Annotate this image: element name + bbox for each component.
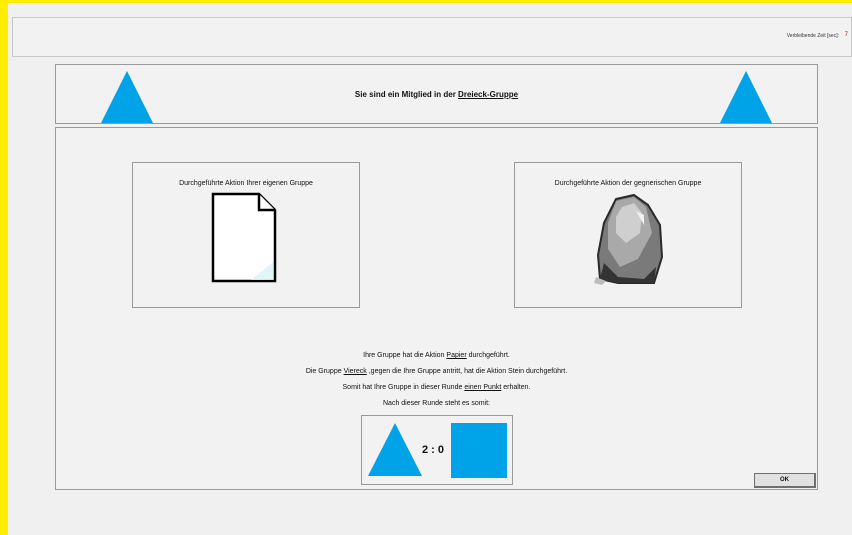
own-action-box: Durchgeführte Aktion Ihrer eigenen Grupp… <box>132 162 360 308</box>
result-panel: Durchgeführte Aktion Ihrer eigenen Grupp… <box>55 127 818 490</box>
triangle-icon <box>368 423 422 476</box>
points-earned: einen Punkt <box>464 384 502 391</box>
result-line-2: Die Gruppe Viereck ,gegen die Ihre Grupp… <box>305 368 568 375</box>
triangle-icon <box>720 71 772 123</box>
window-frame-left <box>0 0 8 535</box>
own-action-name: Papier <box>446 352 467 359</box>
window-frame-top <box>0 0 852 3</box>
result-line-3: Somit hat Ihre Gruppe in dieser Runde ei… <box>342 384 531 391</box>
own-action-title: Durchgeführte Aktion Ihrer eigenen Grupp… <box>179 180 313 187</box>
opponent-action-title: Durchgeführte Aktion der gegnerischen Gr… <box>554 180 702 187</box>
square-icon <box>451 423 507 478</box>
rock-icon <box>594 193 666 290</box>
result-line-4: Nach dieser Runde steht es somit: <box>383 400 490 407</box>
scoreboard: 2 : 0 <box>361 415 513 485</box>
banner-prefix: Sie sind ein Mitglied in der <box>354 90 459 99</box>
group-banner: Sie sind ein Mitglied in der Dreieck-Gru… <box>55 64 818 124</box>
timer-label: Verbleibende Zeit [sec]: <box>786 33 839 39</box>
result-summary: Ihre Gruppe hat die Aktion Papier durchg… <box>56 348 817 412</box>
result-line-1: Ihre Gruppe hat die Aktion Papier durchg… <box>363 352 510 359</box>
header-bar: Verbleibende Zeit [sec]: 7 <box>12 17 852 57</box>
group-membership-text: Sie sind ein Mitglied in der Dreieck-Gru… <box>56 90 817 99</box>
group-name: Dreieck-Gruppe <box>458 90 519 99</box>
opponent-action-box: Durchgeführte Aktion der gegnerischen Gr… <box>514 162 742 308</box>
opponent-group-name: Viereck <box>343 368 367 375</box>
paper-icon <box>211 192 279 289</box>
ok-button[interactable]: OK <box>754 473 816 488</box>
score-text: 2 : 0 <box>422 444 445 456</box>
timer-value: 7 <box>844 32 848 38</box>
